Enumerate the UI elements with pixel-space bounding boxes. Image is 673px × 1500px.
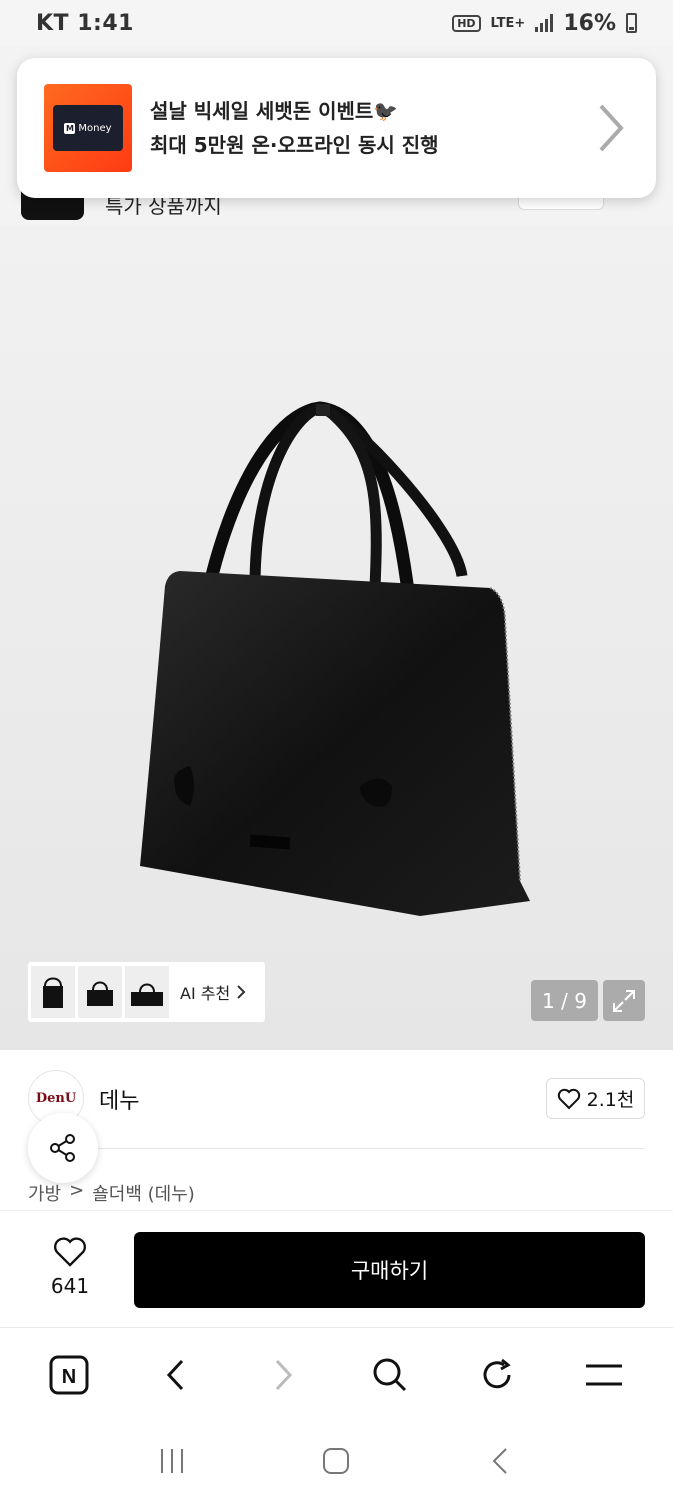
expand-icon: [613, 989, 635, 1012]
status-bar: KT 1:41 HD LTE+ 16%: [0, 0, 673, 46]
carrier-time: KT 1:41: [36, 10, 134, 36]
share-icon: [50, 1134, 75, 1162]
browser-refresh-button[interactable]: [467, 1345, 527, 1405]
heart-icon: [557, 1088, 580, 1109]
thumbnail-strip: AI 추천: [28, 962, 265, 1022]
back-icon[interactable]: [486, 1446, 516, 1476]
breadcrumb: 가방 > 숄더백 (데누): [28, 1180, 195, 1206]
divider: [28, 1148, 645, 1149]
browser-back-button[interactable]: [146, 1345, 206, 1405]
notification-subtitle: 최대 5만원 온·오프라인 동시 진행: [150, 133, 439, 157]
network-type: LTE+: [490, 15, 526, 31]
battery-percent: 16%: [563, 10, 616, 36]
home-icon[interactable]: [321, 1446, 351, 1476]
arrow-left-icon: [167, 1359, 184, 1391]
browser-home-button[interactable]: N: [39, 1345, 99, 1405]
system-nav-bar: [0, 1421, 673, 1500]
home-letter: N: [62, 1366, 76, 1388]
money-card: M Money: [53, 105, 123, 151]
product-image[interactable]: [0, 226, 673, 1050]
refresh-icon: [483, 1358, 511, 1389]
thumbnail[interactable]: [125, 966, 169, 1018]
browser-forward-button[interactable]: [253, 1345, 313, 1405]
browser-toolbar: N: [0, 1329, 673, 1421]
notification-text: 설날 빅세일 세뱃돈 이벤트🐦‍⬛ 최대 5만원 온·오프라인 동시 진행: [150, 94, 439, 162]
status-icons: HD LTE+ 16%: [452, 11, 637, 36]
thumbnail[interactable]: [78, 966, 122, 1018]
battery-icon: [626, 13, 637, 33]
ai-recommend-label: AI 추천: [180, 984, 231, 1003]
money-logo-icon: M: [64, 122, 76, 134]
breadcrumb-separator: >: [69, 1180, 85, 1201]
buy-button[interactable]: 구매하기: [134, 1232, 645, 1308]
chevron-right-icon[interactable]: [595, 98, 629, 158]
bag-image: [140, 401, 530, 916]
breadcrumb-subcategory[interactable]: 숄더백 (데누): [92, 1180, 195, 1206]
recent-apps-icon[interactable]: [157, 1446, 187, 1476]
thumbnail[interactable]: [31, 966, 75, 1018]
money-card-label: Money: [78, 122, 112, 134]
naver-home-icon: N: [49, 1355, 89, 1395]
chevron-right-icon: [237, 985, 246, 999]
brand-name[interactable]: 데누: [99, 1083, 139, 1115]
ai-recommend-link[interactable]: AI 추천: [180, 980, 246, 1004]
image-counter: 1 / 9: [531, 980, 598, 1021]
brand-like-button[interactable]: 2.1천: [546, 1078, 645, 1119]
browser-search-button[interactable]: [360, 1345, 420, 1405]
hd-voice-icon: HD: [452, 14, 481, 32]
search-icon: [373, 1358, 406, 1392]
bag-thumb-icon: [131, 983, 163, 1006]
notification-thumbnail: M Money: [44, 84, 132, 172]
share-button[interactable]: [28, 1113, 98, 1183]
browser-menu-button[interactable]: [574, 1345, 634, 1405]
heart-icon: [54, 1237, 86, 1267]
notification-title: 설날 빅세일 세뱃돈 이벤트🐦‍⬛: [150, 99, 399, 123]
bag-thumb-icon: [87, 981, 113, 1006]
signal-icon: [535, 14, 554, 32]
hamburger-menu-icon: [585, 1364, 622, 1386]
expand-button[interactable]: [603, 980, 645, 1021]
arrow-right-icon: [275, 1359, 293, 1391]
breadcrumb-category[interactable]: 가방: [28, 1180, 61, 1206]
wishlist-button[interactable]: 641: [40, 1236, 100, 1298]
bag-thumb-icon: [43, 977, 63, 1008]
wishlist-count: 641: [50, 1274, 90, 1298]
brand-like-count: 2.1천: [586, 1089, 635, 1111]
notification-banner[interactable]: M Money 설날 빅세일 세뱃돈 이벤트🐦‍⬛ 최대 5만원 온·오프라인 …: [17, 58, 656, 198]
